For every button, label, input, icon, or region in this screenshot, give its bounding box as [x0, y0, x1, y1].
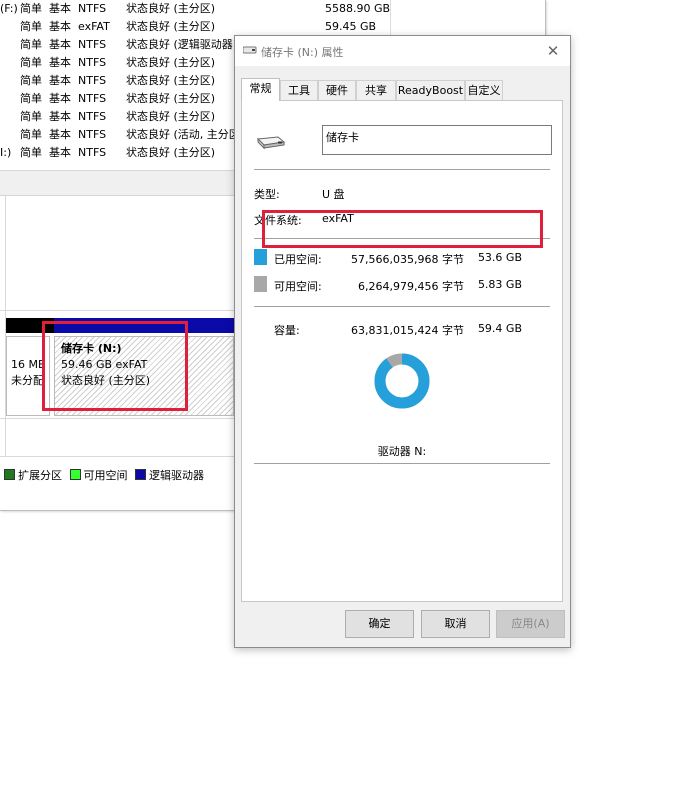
usb-drive-icon	[256, 136, 286, 150]
cell-fs: NTFS	[78, 92, 107, 105]
free-space-size: 5.83 GB	[477, 278, 522, 291]
cell-type: 基本	[49, 128, 71, 141]
cell-status: 状态良好 (主分区)	[126, 20, 216, 33]
title-bar[interactable]: 储存卡 (N:) 属性 ✕	[235, 36, 570, 66]
cell-fs: NTFS	[78, 74, 107, 87]
cell-status: 状态良好 (活动, 主分区)	[126, 128, 245, 141]
legend-swatch-logical	[135, 469, 146, 480]
cell-type: 基本	[49, 146, 71, 159]
cell-capacity: 59.45 GB	[325, 20, 377, 33]
cell-type: 基本	[49, 56, 71, 69]
cell-capacity: 5588.90 GB	[325, 2, 391, 15]
cancel-button[interactable]: 取消	[421, 610, 490, 638]
cell-type: 基本	[49, 92, 71, 105]
tab-readyboost[interactable]: ReadyBoost	[396, 80, 465, 100]
capacity-label: 容量:	[274, 324, 300, 337]
type-label: 类型:	[254, 188, 280, 201]
cell-layout: 简单	[20, 20, 42, 33]
cell-layout: 简单	[20, 2, 42, 15]
apply-button[interactable]: 应用(A)	[496, 610, 565, 638]
cell-fs: exFAT	[78, 20, 110, 33]
tab-sharing[interactable]: 共享	[356, 80, 396, 100]
highlight-box	[262, 210, 543, 248]
cell-status: 状态良好 (主分区)	[126, 74, 216, 87]
tab-general[interactable]: 常规	[241, 78, 280, 101]
cell-layout: 简单	[20, 74, 42, 87]
cell-status: 状态良好 (逻辑驱动器)	[126, 38, 238, 51]
cell-fs: NTFS	[78, 38, 107, 51]
used-space-size: 53.6 GB	[477, 251, 522, 264]
legend-swatch-extended	[4, 469, 15, 480]
donut-used-arc	[374, 353, 430, 409]
cell-status: 状态良好 (主分区)	[126, 92, 216, 105]
legend: 扩展分区 可用空间 逻辑驱动器	[0, 468, 204, 484]
divider	[254, 169, 550, 170]
capacity-bytes: 63,831,015,424 字节	[351, 324, 464, 337]
capacity-size: 59.4 GB	[477, 322, 522, 335]
free-space-label: 可用空间:	[274, 280, 322, 293]
table-row[interactable]: 简单 基本 exFAT 状态良好 (主分区) 59.45 GB	[0, 18, 390, 36]
properties-dialog: 储存卡 (N:) 属性 ✕ 常规 工具 硬件 共享 ReadyBoost 自定义…	[234, 35, 571, 648]
used-space-swatch	[254, 249, 267, 265]
close-icon: ✕	[546, 42, 560, 60]
dialog-title: 储存卡 (N:) 属性	[261, 46, 344, 59]
cell-layout: 简单	[20, 92, 42, 105]
legend-label: 逻辑驱动器	[149, 469, 204, 482]
tab-hardware[interactable]: 硬件	[318, 80, 356, 100]
type-value: U 盘	[322, 188, 345, 201]
cell-fs: NTFS	[78, 128, 107, 141]
highlight-box	[42, 321, 188, 411]
free-space-bytes: 6,264,979,456 字节	[358, 280, 464, 293]
cell-name: I:)	[0, 146, 12, 159]
usage-donut-chart	[374, 353, 430, 409]
cell-type: 基本	[49, 110, 71, 123]
cell-fs: NTFS	[78, 2, 107, 15]
cell-name: (F:)	[0, 2, 18, 15]
cell-layout: 简单	[20, 38, 42, 51]
drive-icon	[243, 46, 257, 54]
cell-type: 基本	[49, 38, 71, 51]
cell-status: 状态良好 (主分区)	[126, 2, 216, 15]
close-button[interactable]: ✕	[542, 40, 564, 62]
cell-type: 基本	[49, 20, 71, 33]
divider	[254, 306, 550, 307]
drive-letter-label: 驱动器 N:	[377, 445, 427, 458]
cell-type: 基本	[49, 2, 71, 15]
cell-status: 状态良好 (主分区)	[126, 146, 216, 159]
cell-layout: 简单	[20, 110, 42, 123]
general-tab-panel: 储存卡 类型: U 盘 文件系统: exFAT 已用空间: 57,566,035…	[241, 100, 563, 602]
cell-fs: NTFS	[78, 56, 107, 69]
tab-customize[interactable]: 自定义	[465, 80, 503, 100]
cell-type: 基本	[49, 74, 71, 87]
cell-status: 状态良好 (主分区)	[126, 56, 216, 69]
legend-swatch-free	[69, 469, 81, 480]
legend-label: 可用空间	[83, 469, 128, 482]
divider	[254, 463, 550, 464]
used-space-bytes: 57,566,035,968 字节	[351, 253, 464, 266]
used-space-label: 已用空间:	[274, 253, 322, 266]
cell-layout: 简单	[20, 56, 42, 69]
cell-fs: NTFS	[78, 110, 107, 123]
ok-button[interactable]: 确定	[345, 610, 414, 638]
volume-name-input[interactable]: 储存卡	[322, 125, 552, 155]
free-space-swatch	[254, 276, 267, 292]
table-row[interactable]: (F:) 简单 基本 NTFS 状态良好 (主分区) 5588.90 GB	[0, 0, 390, 18]
cell-fs: NTFS	[78, 146, 107, 159]
cell-layout: 简单	[20, 146, 42, 159]
legend-label: 扩展分区	[18, 469, 62, 482]
tab-tools[interactable]: 工具	[280, 80, 318, 100]
cell-layout: 简单	[20, 128, 42, 141]
cell-status: 状态良好 (主分区)	[126, 110, 216, 123]
